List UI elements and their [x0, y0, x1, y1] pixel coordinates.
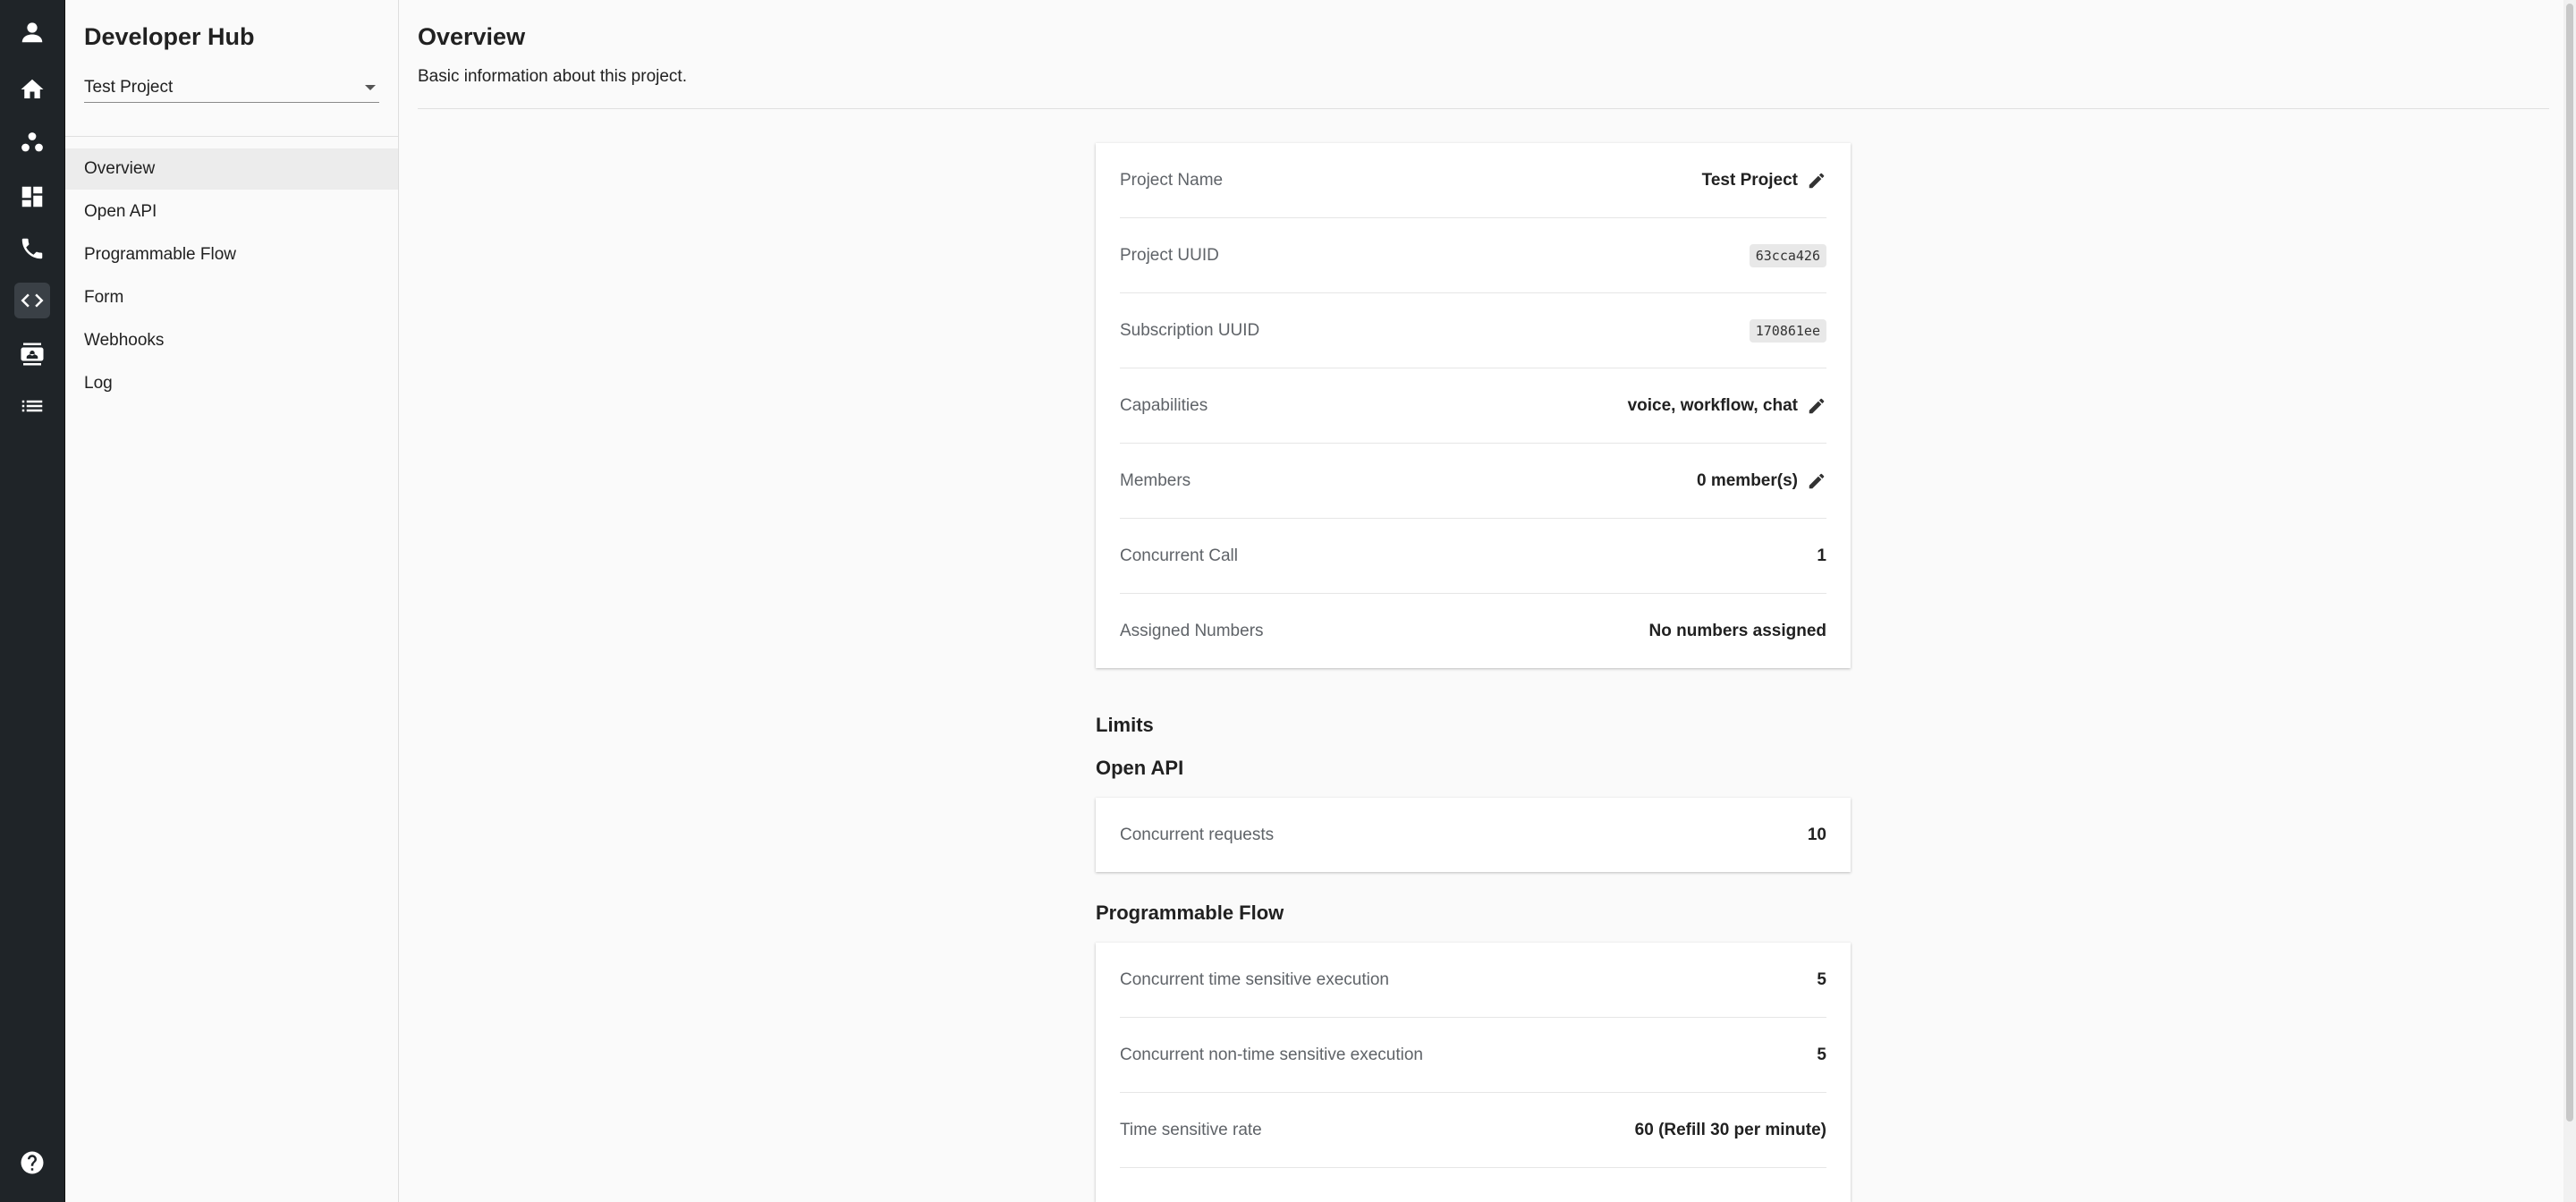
- programmable-flow-heading: Programmable Flow: [1096, 902, 1284, 924]
- row-label: Capabilities: [1120, 395, 1208, 415]
- open-api-limits-card: Concurrent requests 10: [1096, 798, 1851, 872]
- project-select-value: Test Project: [84, 78, 174, 97]
- nav-divider: [65, 136, 398, 137]
- row-value: 5: [1817, 1045, 1826, 1064]
- nav-item-log[interactable]: Log: [65, 363, 398, 404]
- row-label: Project Name: [1120, 170, 1224, 190]
- app-rail: [0, 0, 65, 1202]
- dashboard-icon[interactable]: [14, 179, 50, 215]
- page-title: Overview: [418, 23, 526, 50]
- info-row-project-name: Project Name Test Project: [1120, 143, 1826, 218]
- concurrent-call-value: 1: [1817, 546, 1826, 565]
- scrollbar-thumb[interactable]: [2566, 4, 2573, 1122]
- row-value: 5: [1817, 969, 1826, 989]
- limit-row-non-time-sensitive-execution: Concurrent non-time sensitive execution …: [1120, 1018, 1826, 1093]
- row-value: Test Project: [1702, 171, 1826, 190]
- code-icon[interactable]: [14, 283, 50, 318]
- row-label: Time sensitive rate: [1120, 1120, 1262, 1139]
- phone-icon[interactable]: [14, 231, 50, 267]
- row-label: Assigned Numbers: [1120, 621, 1264, 640]
- nav-item-overview[interactable]: Overview: [65, 148, 398, 190]
- members-value: 0 member(s): [1697, 470, 1798, 490]
- page-scrollbar[interactable]: [2563, 0, 2576, 1202]
- header-divider: [418, 108, 2549, 109]
- home-icon[interactable]: [14, 72, 50, 107]
- info-row-assigned-numbers: Assigned Numbers No numbers assigned: [1120, 594, 1826, 668]
- main-content: Overview Basic information about this pr…: [399, 0, 2576, 1202]
- people-icon[interactable]: [14, 125, 50, 161]
- edit-icon[interactable]: [1807, 471, 1826, 491]
- edit-icon[interactable]: [1807, 396, 1826, 416]
- project-name-value: Test Project: [1701, 170, 1798, 190]
- row-value: 10: [1807, 825, 1826, 844]
- nav-item-form[interactable]: Form: [65, 277, 398, 318]
- developer-hub-nav: Developer Hub Test Project Overview Open…: [65, 0, 399, 1202]
- row-label: Concurrent time sensitive execution: [1120, 969, 1389, 989]
- info-row-subscription-uuid: Subscription UUID 170861ee: [1120, 293, 1826, 368]
- limit-row-time-sensitive-execution: Concurrent time sensitive execution 5: [1120, 943, 1826, 1018]
- assigned-numbers-value: No numbers assigned: [1648, 621, 1827, 640]
- limit-row-time-sensitive-rate: Time sensitive rate 60 (Refill 30 per mi…: [1120, 1093, 1826, 1168]
- limits-heading: Limits: [1096, 714, 1154, 736]
- row-label: Concurrent Call: [1120, 546, 1238, 565]
- open-api-heading: Open API: [1096, 757, 1184, 779]
- edit-icon[interactable]: [1807, 171, 1826, 190]
- subscription-uuid-chip: 170861ee: [1749, 318, 1826, 343]
- row-label: Project UUID: [1120, 245, 1219, 265]
- nav-item-open-api[interactable]: Open API: [65, 191, 398, 233]
- row-value: 0 member(s): [1697, 471, 1826, 491]
- row-label: Members: [1120, 470, 1191, 490]
- row-value: voice, workflow, chat: [1628, 396, 1826, 416]
- page-subtitle: Basic information about this project.: [418, 67, 687, 86]
- project-uuid-chip: 63cca426: [1749, 243, 1826, 267]
- capabilities-value: voice, workflow, chat: [1627, 395, 1798, 415]
- row-value: 170861ee: [1749, 318, 1826, 343]
- contacts-icon[interactable]: [14, 336, 50, 372]
- row-value: 63cca426: [1749, 243, 1826, 267]
- info-row-capabilities: Capabilities voice, workflow, chat: [1120, 368, 1826, 444]
- dropdown-caret-icon: [365, 85, 376, 90]
- info-row-project-uuid: Project UUID 63cca426: [1120, 218, 1826, 293]
- nav-item-programmable-flow[interactable]: Programmable Flow: [65, 234, 398, 275]
- row-value: 60 (Refill 30 per minute): [1634, 1120, 1826, 1139]
- limit-row-concurrent-requests: Concurrent requests 10: [1120, 798, 1826, 872]
- user-icon[interactable]: [14, 14, 50, 50]
- row-label: Subscription UUID: [1120, 320, 1260, 340]
- nav-item-webhooks[interactable]: Webhooks: [65, 320, 398, 361]
- programmable-flow-limits-card: Concurrent time sensitive execution 5 Co…: [1096, 943, 1851, 1202]
- info-row-concurrent-call: Concurrent Call 1: [1120, 519, 1826, 594]
- row-label: Concurrent requests: [1120, 825, 1275, 844]
- help-icon[interactable]: [14, 1145, 50, 1181]
- nav-title: Developer Hub: [84, 23, 255, 50]
- list-icon[interactable]: [14, 388, 50, 424]
- info-row-members: Members 0 member(s): [1120, 444, 1826, 519]
- project-info-card: Project Name Test Project Project UUID 6…: [1096, 143, 1851, 668]
- project-select[interactable]: Test Project: [84, 73, 379, 103]
- row-label: Concurrent non-time sensitive execution: [1120, 1045, 1424, 1064]
